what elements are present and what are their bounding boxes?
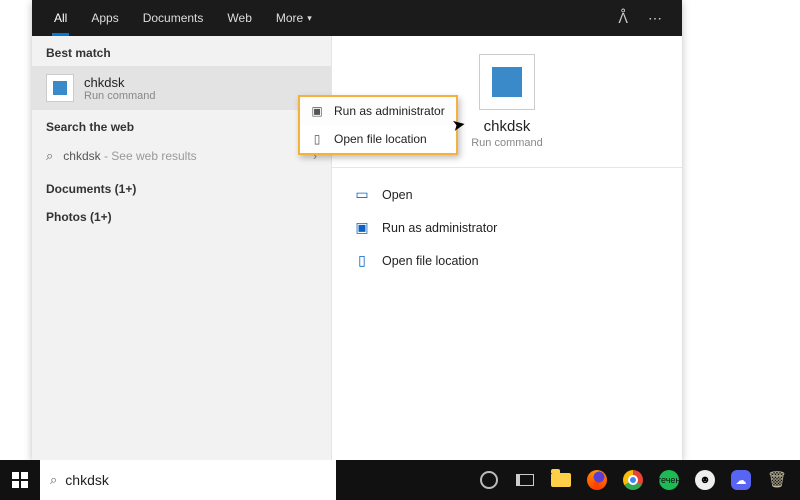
- folder-icon: ▯: [354, 252, 370, 269]
- category-photos[interactable]: Photos (1+): [32, 200, 331, 228]
- tab-more-label: More: [276, 0, 303, 36]
- file-explorer-button[interactable]: [544, 460, 578, 500]
- tab-documents[interactable]: Documents: [133, 0, 214, 36]
- action-open-location-label: Open file location: [382, 254, 479, 268]
- run-command-icon: [46, 74, 74, 102]
- start-button[interactable]: [0, 460, 40, 500]
- taskbar: ⌕ �течения ☻ ☁ 🗑: [0, 460, 800, 500]
- section-best-match: Best match: [32, 36, 331, 66]
- search-icon: ⌕: [50, 472, 57, 488]
- trash-icon: 🗑: [767, 470, 787, 490]
- discord-button[interactable]: ☁: [724, 460, 758, 500]
- context-menu: ▣ Run as administrator ▯ Open file locat…: [298, 95, 458, 155]
- search-input[interactable]: [65, 472, 326, 488]
- taskbar-search[interactable]: ⌕: [40, 460, 336, 500]
- action-run-admin-label: Run as administrator: [382, 221, 497, 235]
- search-results-panel: All Apps Documents Web More ▾ ᐰ ⋯ Best m…: [32, 0, 682, 460]
- context-open-location-label: Open file location: [334, 132, 427, 146]
- folder-icon: ▯: [310, 132, 324, 146]
- web-query: chkdsk: [63, 149, 100, 163]
- context-open-location[interactable]: ▯ Open file location: [300, 125, 456, 153]
- results-list: Best match chkdsk Run command Search the…: [32, 36, 332, 460]
- action-open-label: Open: [382, 188, 413, 202]
- ghost-icon: ☻: [695, 470, 715, 490]
- best-match-item[interactable]: chkdsk Run command: [32, 66, 331, 110]
- feedback-icon[interactable]: ᐰ: [610, 10, 636, 27]
- firefox-icon: [587, 470, 607, 490]
- search-scope-tabs: All Apps Documents Web More ▾ ᐰ ⋯: [32, 0, 682, 36]
- web-search-item[interactable]: ⌕ chkdsk - See web results ›: [32, 140, 331, 172]
- action-open-location[interactable]: ▯ Open file location: [350, 244, 664, 277]
- windows-logo-icon: [12, 472, 28, 488]
- app-button[interactable]: ☻: [688, 460, 722, 500]
- spotify-button[interactable]: �течения: [652, 460, 686, 500]
- preview-app-icon: [479, 54, 535, 110]
- spotify-icon: �течения: [659, 470, 679, 490]
- taskbar-pinned: �течения ☻ ☁ 🗑: [472, 460, 800, 500]
- firefox-button[interactable]: [580, 460, 614, 500]
- open-icon: ▭: [354, 186, 370, 203]
- chevron-down-icon: ▾: [307, 0, 312, 36]
- search-icon: ⌕: [46, 148, 53, 164]
- recycle-bin-button[interactable]: 🗑: [760, 460, 794, 500]
- cortana-button[interactable]: [472, 460, 506, 500]
- best-match-title: chkdsk: [84, 75, 156, 90]
- folder-icon: [551, 473, 571, 487]
- more-options-icon[interactable]: ⋯: [640, 10, 670, 27]
- context-run-admin[interactable]: ▣ Run as administrator: [300, 97, 456, 125]
- action-run-admin[interactable]: ▣ Run as administrator: [350, 211, 664, 244]
- web-suffix: - See web results: [101, 149, 197, 163]
- best-match-subtitle: Run command: [84, 90, 156, 102]
- category-documents[interactable]: Documents (1+): [32, 172, 331, 200]
- chrome-icon: [623, 470, 643, 490]
- chrome-button[interactable]: [616, 460, 650, 500]
- shield-icon: ▣: [354, 219, 370, 236]
- section-search-web: Search the web: [32, 110, 331, 140]
- tab-web[interactable]: Web: [217, 0, 261, 36]
- tab-all[interactable]: All: [44, 0, 77, 36]
- discord-icon: ☁: [731, 470, 751, 490]
- shield-icon: ▣: [310, 104, 324, 118]
- action-open[interactable]: ▭ Open: [350, 178, 664, 211]
- tab-more[interactable]: More ▾: [266, 0, 322, 36]
- cortana-icon: [480, 471, 498, 489]
- task-view-button[interactable]: [508, 460, 542, 500]
- divider: [332, 167, 682, 168]
- context-run-admin-label: Run as administrator: [334, 104, 445, 118]
- tab-apps[interactable]: Apps: [81, 0, 128, 36]
- task-view-icon: [516, 474, 534, 486]
